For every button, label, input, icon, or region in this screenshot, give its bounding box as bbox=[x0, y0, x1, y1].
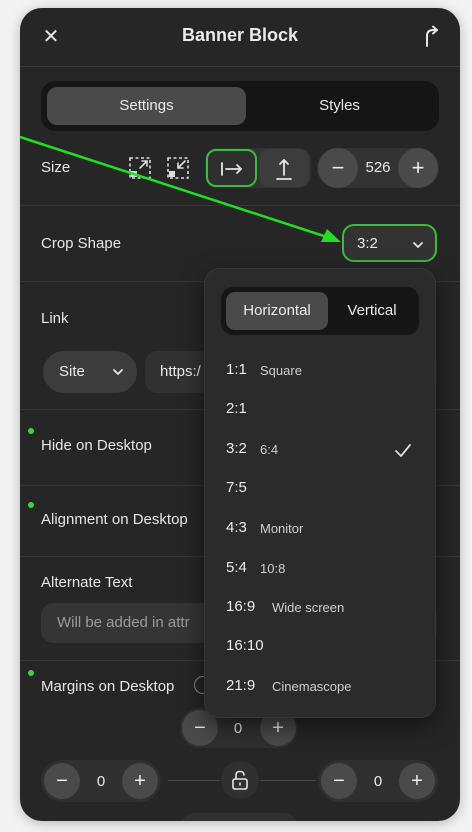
link-type-select[interactable]: Site bbox=[43, 351, 137, 393]
modified-indicator bbox=[28, 670, 34, 676]
settings-styles-tabs: Settings Styles bbox=[41, 81, 439, 131]
crop-option-ratio: 2:1 bbox=[226, 400, 247, 417]
alternate-text-label: Alternate Text bbox=[41, 574, 133, 591]
margin-connector bbox=[260, 780, 316, 781]
crop-option[interactable]: 4:3 Monitor bbox=[205, 513, 435, 547]
size-label: Size bbox=[41, 159, 71, 176]
crop-option[interactable]: 2:1 bbox=[205, 394, 435, 428]
margin-right-value[interactable]: 0 bbox=[358, 773, 398, 790]
tab-vertical[interactable]: Vertical bbox=[328, 292, 416, 330]
crop-option-ratio: 7:5 bbox=[226, 479, 247, 496]
fit-inside-icon[interactable] bbox=[165, 155, 191, 181]
crop-shape-value: 3:2 bbox=[357, 235, 378, 252]
crop-option[interactable]: 21:9 Cinemascope bbox=[205, 671, 435, 705]
margin-connector bbox=[168, 780, 220, 781]
size-increase-button[interactable]: + bbox=[398, 148, 438, 188]
crop-option[interactable]: 16:10 bbox=[205, 631, 435, 665]
fit-height-icon bbox=[276, 159, 292, 180]
chevron-down-icon bbox=[113, 369, 123, 375]
crop-option-description: Cinemascope bbox=[272, 679, 352, 694]
link-type-value: Site bbox=[59, 363, 85, 380]
hide-on-desktop-label: Hide on Desktop bbox=[41, 437, 152, 454]
crop-option-ratio: 16:9 bbox=[226, 598, 256, 615]
margin-left-increase-button[interactable]: + bbox=[122, 763, 158, 799]
crop-option-ratio: 3:2 bbox=[226, 440, 247, 457]
export-icon[interactable] bbox=[418, 25, 442, 49]
fit-width-button[interactable] bbox=[206, 149, 257, 187]
margin-right-decrease-button[interactable]: − bbox=[321, 763, 357, 799]
divider bbox=[20, 205, 460, 206]
size-decrease-button[interactable]: − bbox=[318, 148, 358, 188]
margin-top-value[interactable]: 0 bbox=[219, 720, 257, 737]
fit-height-button[interactable] bbox=[259, 149, 309, 187]
panel-header: ✕ Banner Block bbox=[20, 8, 460, 67]
size-value[interactable]: 526 bbox=[358, 159, 398, 176]
crop-shape-dropdown: Horizontal Vertical 1:1 Square 2:1 3:2 6:4 7:… bbox=[204, 268, 436, 718]
margin-left-value[interactable]: 0 bbox=[81, 773, 121, 790]
crop-option-ratio: 16:10 bbox=[226, 637, 264, 654]
modified-indicator bbox=[28, 428, 34, 434]
tab-horizontal[interactable]: Horizontal bbox=[226, 292, 328, 330]
crop-option[interactable]: 5:4 10:8 bbox=[205, 553, 435, 587]
crop-option[interactable]: 1:1 Square bbox=[205, 355, 435, 389]
tab-styles[interactable]: Styles bbox=[246, 87, 433, 125]
margin-left-decrease-button[interactable]: − bbox=[44, 763, 80, 799]
crop-option[interactable]: 16:9 Wide screen bbox=[205, 592, 435, 626]
crop-option-description: Square bbox=[260, 363, 302, 378]
crop-option-ratio: 5:4 bbox=[226, 559, 247, 576]
crop-option-description: Monitor bbox=[260, 521, 304, 536]
margin-lock-button[interactable] bbox=[221, 761, 259, 799]
check-icon bbox=[395, 444, 411, 457]
link-url-value: https:/ bbox=[160, 363, 201, 380]
crop-option[interactable]: 7:5 bbox=[205, 473, 435, 507]
crop-option[interactable]: 3:2 6:4 bbox=[205, 434, 435, 468]
crop-option-ratio: 1:1 bbox=[226, 361, 247, 378]
shrink-icon[interactable] bbox=[127, 155, 153, 181]
tab-settings[interactable]: Settings bbox=[47, 87, 246, 125]
orientation-tabs: Horizontal Vertical bbox=[221, 287, 419, 335]
unlock-icon bbox=[232, 770, 248, 790]
alignment-on-desktop-label: Alignment on Desktop bbox=[41, 511, 188, 528]
chevron-down-icon bbox=[413, 242, 423, 248]
crop-shape-select[interactable]: 3:2 bbox=[342, 224, 437, 262]
crop-option-description: 10:8 bbox=[260, 561, 286, 576]
fit-width-icon bbox=[221, 162, 242, 176]
panel-title: Banner Block bbox=[181, 25, 299, 45]
margin-bottom-stepper bbox=[180, 813, 298, 821]
crop-option-ratio: 21:9 bbox=[226, 677, 256, 694]
margins-on-desktop-label: Margins on Desktop bbox=[41, 678, 175, 695]
crop-option-description: Wide screen bbox=[272, 600, 345, 615]
modified-indicator bbox=[28, 502, 34, 508]
crop-option-description: 6:4 bbox=[260, 442, 279, 457]
crop-option-ratio: 4:3 bbox=[226, 519, 247, 536]
margin-right-increase-button[interactable]: + bbox=[399, 763, 435, 799]
crop-shape-label: Crop Shape bbox=[41, 235, 122, 252]
link-label: Link bbox=[41, 310, 69, 327]
